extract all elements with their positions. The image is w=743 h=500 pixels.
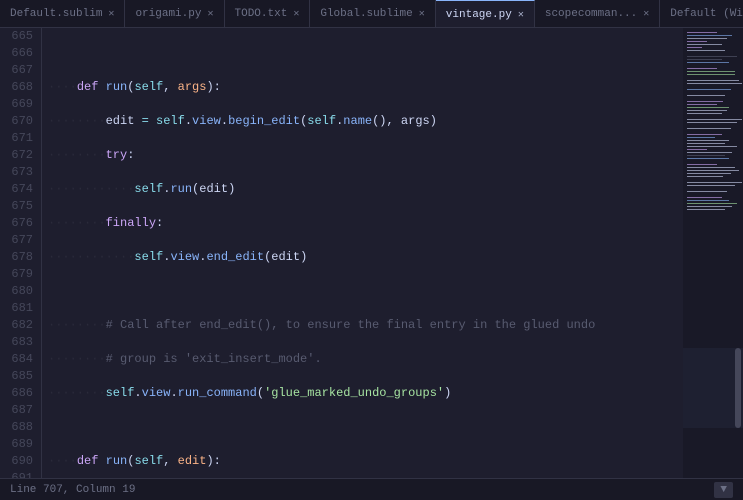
minimap-canvas <box>683 28 743 478</box>
tab-origami[interactable]: origami.py ✕ <box>125 0 224 28</box>
code-editor[interactable]: ····def run(self, args): ········edit = … <box>42 28 683 478</box>
tab-label: Default.sublim <box>10 8 102 20</box>
editor-area: 665 666 667 668 669 670 671 672 673 674 … <box>0 28 743 478</box>
tab-close-icon[interactable]: ✕ <box>207 8 213 20</box>
tab-scopecommand[interactable]: scopecomman... ✕ <box>535 0 660 28</box>
tab-global-sublime[interactable]: Global.sublime ✕ <box>310 0 435 28</box>
tab-label: Global.sublime <box>320 8 412 20</box>
tab-bar: Default.sublim ✕ origami.py ✕ TODO.txt ✕… <box>0 0 743 28</box>
tab-label: scopecomman... <box>545 8 637 20</box>
tab-label: TODO.txt <box>235 8 288 20</box>
tab-close-icon[interactable]: ✕ <box>108 8 114 20</box>
tab-default-sublime[interactable]: Default.sublim ✕ <box>0 0 125 28</box>
tab-todo[interactable]: TODO.txt ✕ <box>225 0 311 28</box>
line-numbers: 665 666 667 668 669 670 671 672 673 674 … <box>0 28 42 478</box>
tab-label: Default (Wind... <box>670 8 743 20</box>
tab-close-icon[interactable]: ✕ <box>643 8 649 20</box>
tab-default-wind[interactable]: Default (Wind... ✕ <box>660 0 743 28</box>
scroll-button[interactable]: ▼ <box>714 482 733 498</box>
tab-label: origami.py <box>135 8 201 20</box>
tab-close-icon[interactable]: ✕ <box>518 9 524 21</box>
status-bar: Line 707, Column 19 ▼ <box>0 478 743 500</box>
tab-close-icon[interactable]: ✕ <box>293 8 299 20</box>
tab-vintage[interactable]: vintage.py ✕ <box>436 0 535 28</box>
minimap[interactable] <box>683 28 743 478</box>
tab-close-icon[interactable]: ✕ <box>419 8 425 20</box>
cursor-position: Line 707, Column 19 <box>10 484 135 496</box>
tab-label: vintage.py <box>446 9 512 21</box>
